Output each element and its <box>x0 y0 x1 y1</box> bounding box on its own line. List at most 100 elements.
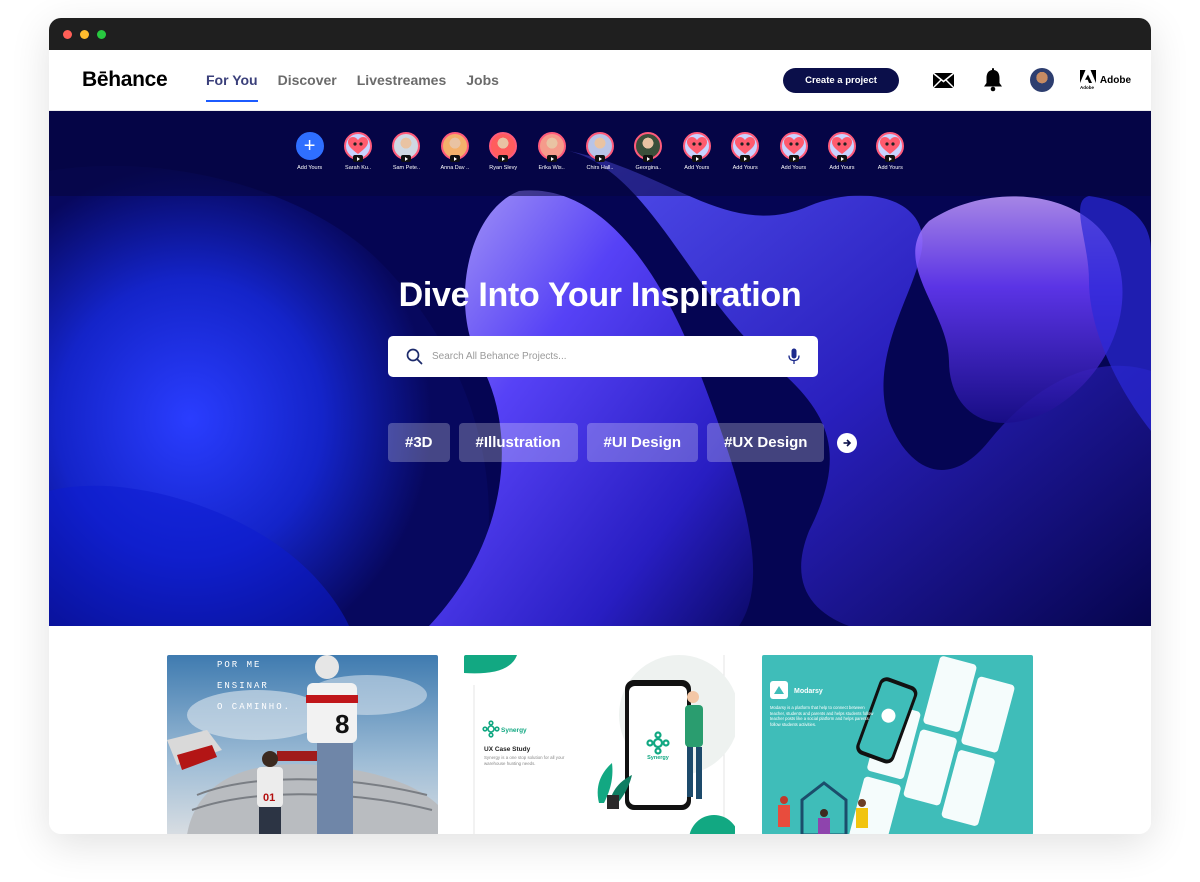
story-avatar[interactable] <box>634 132 663 162</box>
story-label: Add Yours <box>732 165 758 171</box>
tab-discover[interactable]: Discover <box>278 50 337 111</box>
story-item[interactable]: Chirs Hall.. <box>576 132 624 196</box>
poster-line-1: POR ME <box>217 660 261 670</box>
poster-line-2: ENSINAR <box>217 681 269 691</box>
play-icon <box>594 155 605 162</box>
story-label: Erika Wis.. <box>538 165 565 171</box>
poster-line-3: O CAMINHO. <box>217 702 291 712</box>
story-item[interactable]: Sarah Ku.. <box>334 132 382 196</box>
phone-brand-label: Synergy <box>647 755 670 761</box>
story-label: Add Yours <box>297 165 323 171</box>
story-label: Add Yours <box>877 165 903 171</box>
synergy-heading: UX Case Study <box>484 746 531 753</box>
story-item[interactable]: Add Yours <box>818 132 866 196</box>
play-icon <box>546 155 557 162</box>
story-avatar[interactable] <box>682 132 711 162</box>
jersey-number: 8 <box>335 709 349 739</box>
mail-icon[interactable] <box>932 68 956 92</box>
project-card-football[interactable]: 8 01 POR ME ENSINAR O CAMINHO. <box>167 655 438 834</box>
story-avatar[interactable] <box>489 132 518 162</box>
story-label: Sarah Ku.. <box>345 165 372 171</box>
story-item[interactable]: Anna Dav .. <box>431 132 479 196</box>
story-avatar[interactable] <box>876 132 905 162</box>
project-card-synergy[interactable]: Synergy Synergy UX Case Study Synergy is… <box>464 655 735 834</box>
story-avatar[interactable] <box>827 132 856 162</box>
hero-title: Dive Into Your Inspiration <box>398 276 802 314</box>
adobe-logo-caption: Adobe <box>1080 85 1094 90</box>
tag-ux-design[interactable]: #UX Design <box>707 423 825 462</box>
tab-jobs[interactable]: Jobs <box>466 50 499 111</box>
modarsy-brand: Modarsy <box>794 688 823 695</box>
play-icon <box>353 155 364 162</box>
story-item[interactable]: Add Yours <box>866 132 914 196</box>
modarsy-description: Modarsy is a platform that help to conne… <box>770 705 874 727</box>
play-icon <box>449 155 460 162</box>
tag-3d[interactable]: #3D <box>388 423 450 462</box>
story-item[interactable]: Georgina.. <box>624 132 672 196</box>
behance-logo[interactable]: Bēhance <box>82 68 206 92</box>
story-avatar[interactable] <box>392 132 421 162</box>
tab-for-you[interactable]: For You <box>206 50 258 111</box>
story-avatar[interactable] <box>344 132 373 162</box>
story-avatar[interactable] <box>537 132 566 162</box>
story-item[interactable]: Add Yours <box>769 132 817 196</box>
user-avatar[interactable] <box>1029 68 1054 92</box>
story-label: Chirs Hall.. <box>586 165 614 171</box>
play-icon <box>885 155 896 162</box>
story-item[interactable]: Add Yours <box>721 132 769 196</box>
story-item[interactable]: Ryan Slevy <box>479 132 527 196</box>
adobe-label: Adobe <box>1099 74 1131 86</box>
window-titlebar <box>49 18 1151 50</box>
tag-list: #3D #Illustration #UI Design #UX Design <box>388 423 858 462</box>
arrow-right-icon[interactable] <box>837 432 858 453</box>
nav-tabs: For You Discover Livestreames Jobs <box>206 50 499 111</box>
stories-bar: + Add Yours Sarah Ku.. Sam Pete.. Anna Dav .… <box>49 111 1151 196</box>
story-avatar[interactable] <box>585 132 614 162</box>
story-avatar[interactable] <box>779 132 808 162</box>
project-thumbnail-modarsy: Modarsy Modarsy is a platform that help … <box>762 655 1033 834</box>
story-label: Add Yours <box>829 165 855 171</box>
play-icon <box>740 155 751 162</box>
browser-window: Bēhance For You Discover Livestreames Jo… <box>49 18 1151 834</box>
story-label: Add Yours <box>781 165 807 171</box>
tag-ui-design[interactable]: #UI Design <box>586 423 699 462</box>
tab-livestreames[interactable]: Livestreames <box>357 50 447 111</box>
create-project-button[interactable]: Create a project <box>783 67 899 93</box>
play-icon <box>836 155 847 162</box>
hero-section: + Add Yours Sarah Ku.. Sam Pete.. Anna Dav .… <box>49 111 1151 626</box>
play-icon <box>643 155 654 162</box>
search-icon <box>406 348 423 365</box>
play-icon <box>498 155 509 162</box>
close-window-button[interactable] <box>63 29 72 39</box>
story-label: Sam Pete.. <box>392 165 421 171</box>
kid-jersey-number: 01 <box>263 792 275 804</box>
story-item[interactable]: Sam Pete.. <box>382 132 430 196</box>
search-input[interactable] <box>432 351 788 362</box>
project-thumbnail-synergy: Synergy Synergy UX Case Study Synergy is… <box>464 655 735 834</box>
story-item[interactable]: Add Yours <box>673 132 721 196</box>
tag-illustration[interactable]: #Illustration <box>458 423 578 462</box>
microphone-icon[interactable] <box>788 348 800 365</box>
story-label: Georgina.. <box>635 165 662 171</box>
search-bar[interactable] <box>388 336 818 377</box>
synergy-brand: Synergy <box>501 727 527 734</box>
synergy-description: Synergy is a one stop solution for all y… <box>484 755 565 766</box>
play-icon <box>691 155 702 162</box>
minimize-window-button[interactable] <box>80 29 89 39</box>
story-avatar[interactable] <box>440 132 469 162</box>
adobe-logo-icon: Adobe <box>1079 70 1096 90</box>
story-avatar[interactable] <box>731 132 760 162</box>
add-story-icon[interactable]: + <box>295 132 324 160</box>
project-card-modarsy[interactable]: Modarsy Modarsy is a platform that help … <box>762 655 1033 834</box>
bell-icon[interactable] <box>981 68 1005 92</box>
story-label: Add Yours <box>684 165 710 171</box>
story-item[interactable]: Erika Wis.. <box>527 132 575 196</box>
play-icon <box>788 155 799 162</box>
maximize-window-button[interactable] <box>97 29 106 39</box>
nav-actions: Create a project Adobe Adobe <box>783 67 1131 93</box>
top-nav: Bēhance For You Discover Livestreames Jo… <box>49 50 1151 111</box>
adobe-link[interactable]: Adobe Adobe <box>1079 70 1131 90</box>
project-gallery: 8 01 POR ME ENSINAR O CAMINHO. Synergy S… <box>49 626 1151 834</box>
story-label: Anna Dav .. <box>440 165 470 171</box>
story-item[interactable]: + Add Yours <box>285 132 333 196</box>
